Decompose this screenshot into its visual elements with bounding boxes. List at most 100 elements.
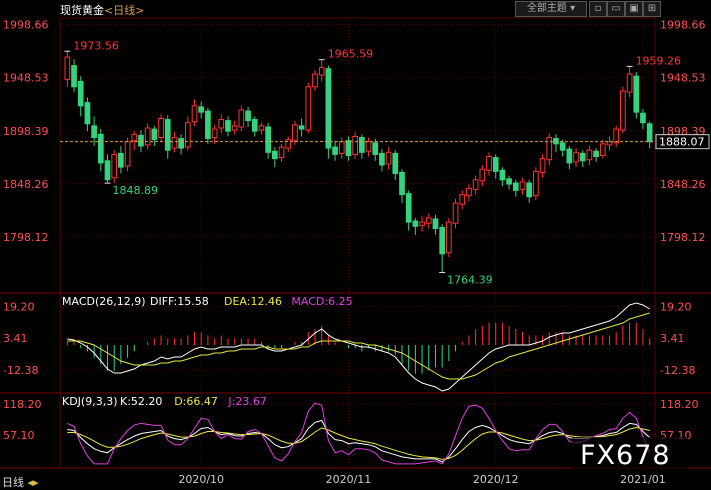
macd-legend-diff: DIFF:15.58 xyxy=(150,295,209,308)
candle-body xyxy=(298,125,305,130)
kdj-tick-label-right: 118.20 xyxy=(660,398,699,411)
kdj-legend-d: D:66.47 xyxy=(174,395,218,408)
price-tick-label-left: 1848.26 xyxy=(3,178,49,191)
candle-body xyxy=(439,226,446,255)
candle-body xyxy=(305,86,312,131)
macd-tick-label-right: -12.38 xyxy=(660,364,695,377)
time-tick-label: 2020/12 xyxy=(473,473,519,486)
axis-labels: 1998.66 1998.661948.53 1948.531898.39 1898.… xyxy=(3,19,710,486)
candle-body xyxy=(225,120,231,132)
period-label[interactable]: 日线 xyxy=(113,4,135,17)
kdj-tick-label-left: 118.20 xyxy=(3,398,42,411)
candle-body xyxy=(425,217,432,224)
candle-body xyxy=(158,117,164,139)
candle-body xyxy=(385,151,392,165)
candle-body xyxy=(151,128,158,141)
chart-canvas: 1998.66 1998.661948.53 1948.531898.39 1898.… xyxy=(0,17,711,486)
candle-body xyxy=(318,67,325,76)
candle-body xyxy=(633,75,640,113)
price-tick-label-right: 1798.12 xyxy=(660,231,706,244)
bottom-period-arrows-icon[interactable]: ◂▸ xyxy=(28,476,39,489)
period-prev-arrow[interactable]: < xyxy=(104,4,113,17)
macd-legend-macd: MACD:6.25 xyxy=(291,295,352,308)
time-tick-label: 2020/10 xyxy=(178,473,224,486)
candle-body xyxy=(452,202,459,224)
price-tick-label-right: 1998.66 xyxy=(660,19,706,32)
price-tick-label-right: 1948.53 xyxy=(660,72,706,85)
candle-body xyxy=(479,168,486,182)
candle-body xyxy=(332,146,338,155)
macd-tick-label-left: -12.38 xyxy=(3,364,38,377)
candle-body xyxy=(492,157,499,172)
candle-body xyxy=(271,150,278,160)
candle-body xyxy=(278,146,285,159)
candle-body xyxy=(599,143,606,157)
fullscreen-icon[interactable]: ⊞ xyxy=(643,1,661,17)
candle-body xyxy=(325,68,332,149)
candle-body xyxy=(640,112,646,124)
kdj-k-line xyxy=(67,419,651,463)
bottom-period-tab[interactable]: 日线 ◂▸ xyxy=(2,474,39,490)
price-tick-label-right: 1848.26 xyxy=(660,178,706,191)
candle-body xyxy=(118,152,124,168)
minimize-icon[interactable]: ▫ xyxy=(589,1,607,17)
candle-body xyxy=(573,151,579,163)
candle-body xyxy=(419,221,425,226)
price-tick-label-left: 1998.66 xyxy=(3,19,49,32)
candle-body xyxy=(519,181,526,190)
candle-body xyxy=(472,179,479,190)
candle-body xyxy=(586,149,593,161)
macd-title: MACD(26,12,9) xyxy=(62,295,146,308)
candle-body xyxy=(191,105,198,123)
candle-body xyxy=(91,125,97,139)
candle-body xyxy=(97,133,104,164)
candle-body xyxy=(412,220,419,227)
candle-body xyxy=(466,187,472,197)
candle-body xyxy=(138,134,144,147)
theme-dropdown[interactable]: 全部主题 ▾ xyxy=(515,1,587,17)
candle-body xyxy=(593,150,599,158)
annotation-high-label: 1965.59 xyxy=(328,48,374,61)
candle-body xyxy=(251,119,258,132)
candle-body xyxy=(533,170,539,197)
candle-body xyxy=(285,139,292,149)
instrument-title-bar: 现货黄金<日线> xyxy=(60,2,144,18)
candle-body xyxy=(292,124,298,142)
annotation-low-label: 1764.39 xyxy=(447,273,493,286)
maximize-icon[interactable]: ▣ xyxy=(625,1,643,17)
candle-body xyxy=(512,182,519,191)
candle-body xyxy=(77,80,84,107)
candle-body xyxy=(218,119,225,129)
candle-body xyxy=(258,125,265,131)
macd-panel xyxy=(66,302,651,392)
bottom-period-label: 日线 xyxy=(2,476,24,489)
macd-tick-label-right: 3.41 xyxy=(660,332,685,345)
candle-body xyxy=(164,119,171,151)
candle-body xyxy=(352,135,359,155)
candle-body xyxy=(526,182,533,198)
instrument-title: 现货黄金 xyxy=(60,4,104,17)
candle-body xyxy=(372,142,379,155)
annotation-high-label: 1973.56 xyxy=(73,39,119,52)
macd-tick-label-right: 19.20 xyxy=(660,301,692,314)
candle-body xyxy=(405,193,412,223)
candle-body xyxy=(626,73,633,93)
candle-body xyxy=(620,90,626,131)
candle-body xyxy=(184,122,191,148)
annotation-low-label: 1848.89 xyxy=(113,184,158,197)
restore-icon[interactable]: ▭ xyxy=(607,1,625,17)
candle-body xyxy=(365,141,372,152)
candle-body xyxy=(432,218,439,229)
theme-dropdown-label: 全部主题 xyxy=(526,3,567,14)
candle-body xyxy=(506,178,512,185)
annotation-high-label: 1959.26 xyxy=(636,54,682,67)
candle-body xyxy=(499,169,506,181)
kdj-panel xyxy=(67,402,651,465)
price-tick-label-left: 1948.53 xyxy=(3,72,49,85)
candle-body xyxy=(379,152,385,166)
period-next-arrow[interactable]: > xyxy=(135,4,144,17)
macd-legend-dea: DEA:12.46 xyxy=(224,295,282,308)
candle-body xyxy=(606,141,613,146)
kdj-tick-label-left: 57.10 xyxy=(3,429,35,442)
candle-body xyxy=(238,109,245,128)
